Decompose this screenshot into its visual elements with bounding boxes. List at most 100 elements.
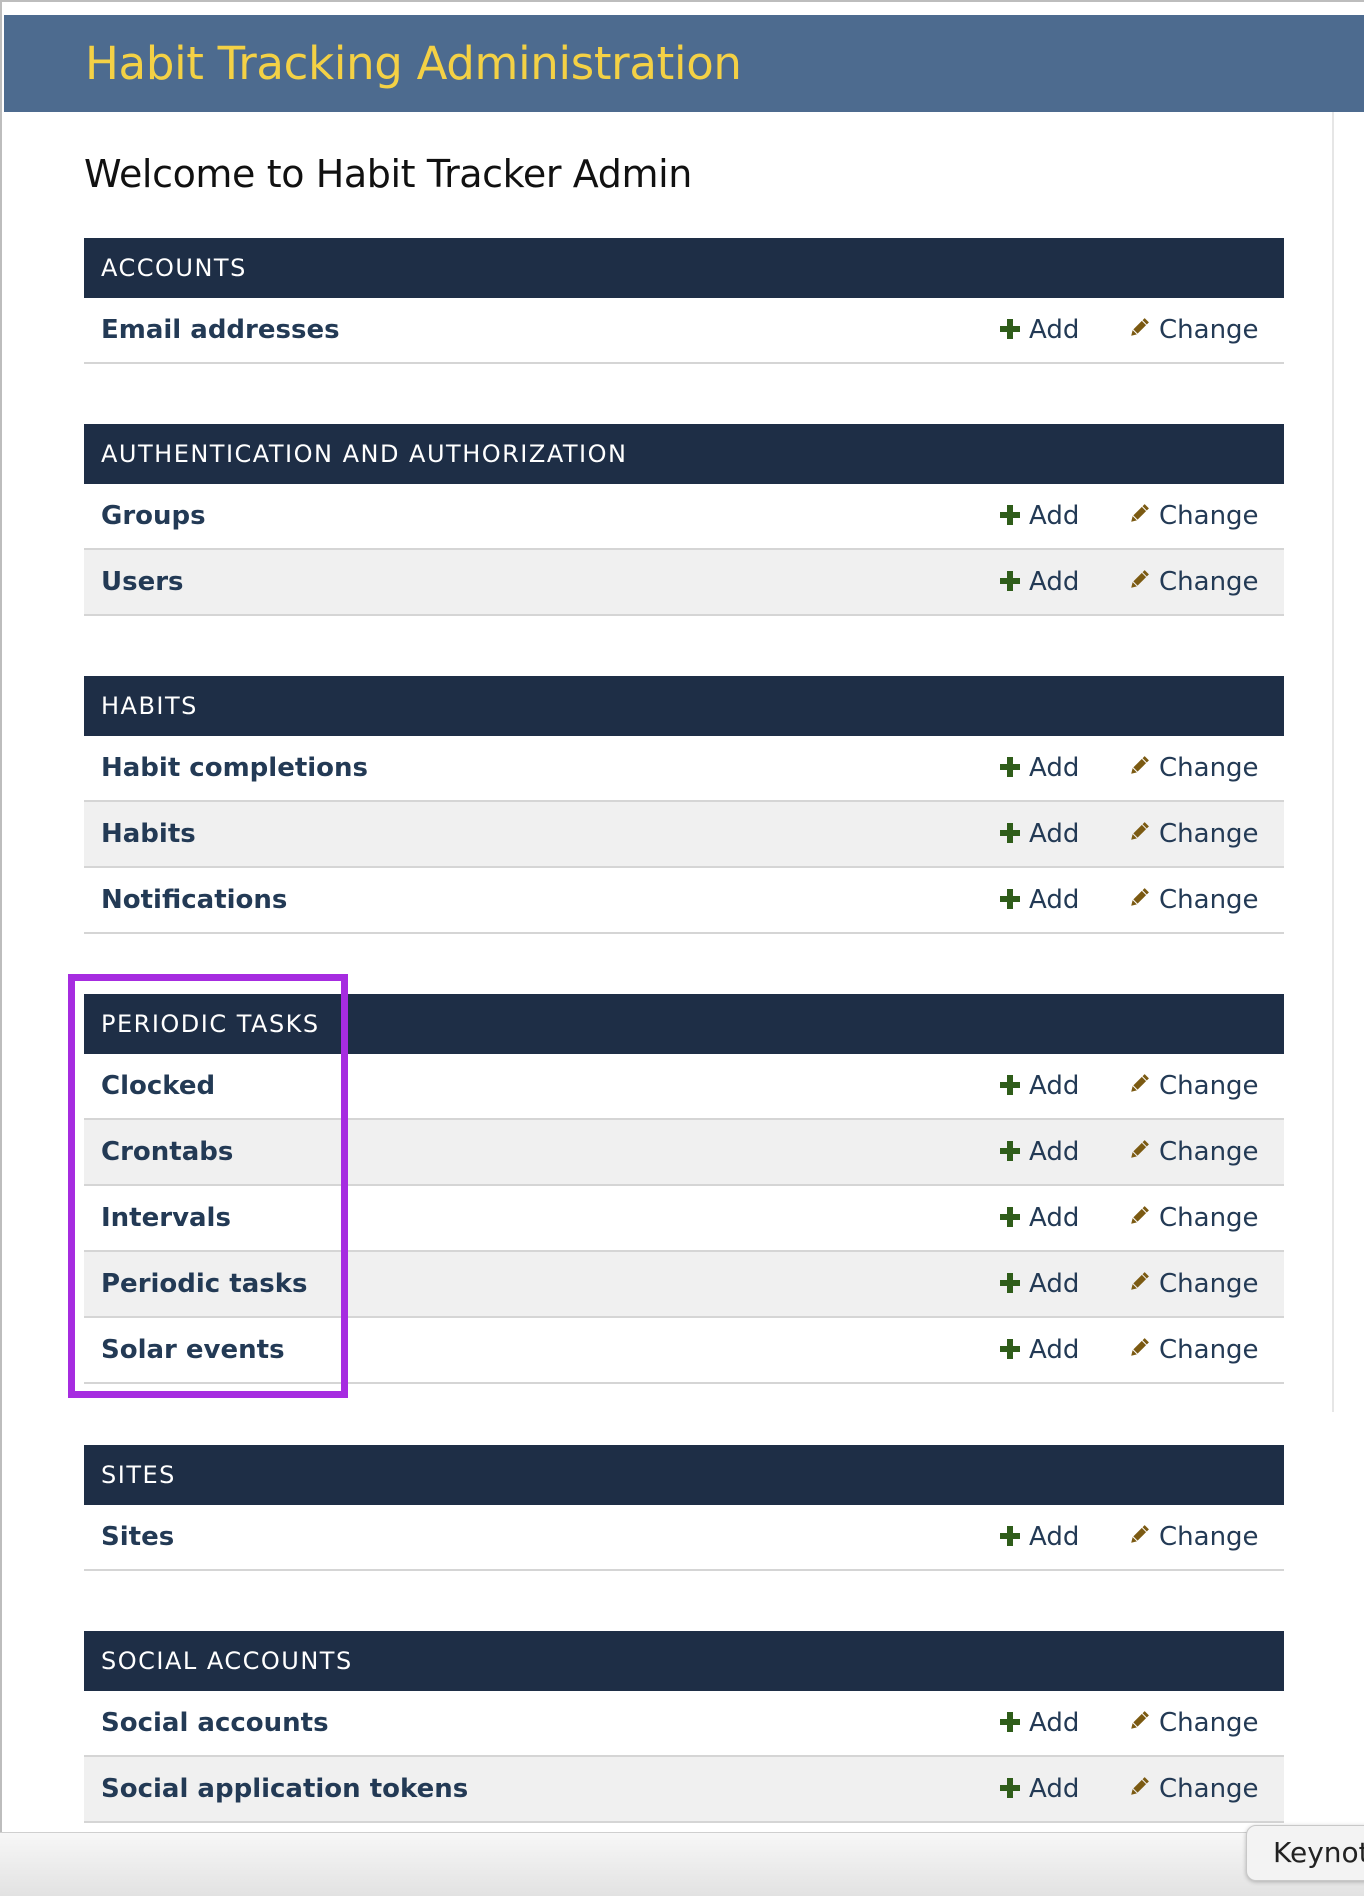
model-link[interactable]: Habit completions [101, 736, 368, 800]
add-link[interactable]: Add [1000, 1252, 1079, 1316]
change-link[interactable]: Change [1127, 298, 1259, 362]
change-link[interactable]: Change [1127, 1505, 1259, 1569]
change-link[interactable]: Change [1127, 802, 1259, 866]
add-label: Add [1029, 1269, 1080, 1299]
add-link[interactable]: Add [1000, 550, 1079, 614]
site-header: Habit Tracking Administration [4, 15, 1364, 112]
module: SITES Sites Add Change [84, 1445, 1284, 1571]
change-link[interactable]: Change [1127, 1691, 1259, 1755]
model-row: Intervals Add Change [84, 1186, 1284, 1252]
add-link[interactable]: Add [1000, 802, 1079, 866]
add-label: Add [1029, 1708, 1080, 1738]
change-link[interactable]: Change [1127, 1757, 1259, 1821]
model-row: Solar events Add Change [84, 1318, 1284, 1384]
module: AUTHENTICATION AND AUTHORIZATION Groups Ad… [84, 424, 1284, 616]
change-link[interactable]: Change [1127, 1318, 1259, 1382]
pencil-icon [1127, 1056, 1151, 1092]
module-caption[interactable]: PERIODIC TASKS [84, 994, 1284, 1054]
change-link[interactable]: Change [1127, 1120, 1259, 1184]
pencil-icon [1127, 486, 1151, 522]
pencil-icon [1127, 804, 1151, 840]
module-caption[interactable]: HABITS [84, 676, 1284, 736]
add-link[interactable]: Add [1000, 484, 1079, 548]
change-label: Change [1159, 1203, 1259, 1233]
browser-frame: Habit Tracking Administration Welcome to… [0, 0, 1364, 1896]
model-link[interactable]: Users [101, 550, 184, 614]
module-caption[interactable]: ACCOUNTS [84, 238, 1284, 298]
change-label: Change [1159, 567, 1259, 597]
module-caption[interactable]: SITES [84, 1445, 1284, 1505]
site-title[interactable]: Habit Tracking Administration [85, 37, 742, 90]
change-label: Change [1159, 1269, 1259, 1299]
module: PERIODIC TASKS Clocked Add Change Crontabs Ad… [84, 994, 1284, 1384]
model-row: Periodic tasks Add Change [84, 1252, 1284, 1318]
model-link[interactable]: Sites [101, 1505, 174, 1569]
change-link[interactable]: Change [1127, 1252, 1259, 1316]
model-link[interactable]: Notifications [101, 868, 287, 932]
add-label: Add [1029, 1203, 1080, 1233]
model-link[interactable]: Social application tokens [101, 1757, 468, 1821]
add-link[interactable]: Add [1000, 1505, 1079, 1569]
model-row: Users Add Change [84, 550, 1284, 616]
plus-icon [1000, 1526, 1020, 1546]
add-link[interactable]: Add [1000, 1318, 1079, 1382]
change-link[interactable]: Change [1127, 1054, 1259, 1118]
change-label: Change [1159, 1071, 1259, 1101]
model-row: Email addresses Add Change [84, 298, 1284, 364]
model-link[interactable]: Periodic tasks [101, 1252, 308, 1316]
model-link[interactable]: Groups [101, 484, 206, 548]
plus-icon [1000, 1207, 1020, 1227]
scrollbar-gutter [1332, 112, 1334, 1412]
add-label: Add [1029, 501, 1080, 531]
pencil-icon [1127, 1693, 1151, 1729]
plus-icon [1000, 1141, 1020, 1161]
add-link[interactable]: Add [1000, 298, 1079, 362]
add-label: Add [1029, 315, 1080, 345]
module: HABITS Habit completions Add Change Habits Ad… [84, 676, 1284, 934]
model-link[interactable]: Solar events [101, 1318, 285, 1382]
model-row: Social application tokens Add Change [84, 1757, 1284, 1823]
add-label: Add [1029, 1071, 1080, 1101]
add-label: Add [1029, 1522, 1080, 1552]
add-link[interactable]: Add [1000, 868, 1079, 932]
model-link[interactable]: Intervals [101, 1186, 231, 1250]
model-link[interactable]: Crontabs [101, 1120, 233, 1184]
model-row: Habits Add Change [84, 802, 1284, 868]
model-link[interactable]: Social accounts [101, 1691, 329, 1755]
model-row: Clocked Add Change [84, 1054, 1284, 1120]
model-link[interactable]: Email addresses [101, 298, 340, 362]
change-link[interactable]: Change [1127, 1186, 1259, 1250]
pencil-icon [1127, 552, 1151, 588]
model-row: Notifications Add Change [84, 868, 1284, 934]
plus-icon [1000, 1273, 1020, 1293]
plus-icon [1000, 571, 1020, 591]
pencil-icon [1127, 1122, 1151, 1158]
add-label: Add [1029, 1137, 1080, 1167]
module: ACCOUNTS Email addresses Add Change [84, 238, 1284, 364]
pencil-icon [1127, 738, 1151, 774]
change-label: Change [1159, 501, 1259, 531]
model-link[interactable]: Clocked [101, 1054, 215, 1118]
add-link[interactable]: Add [1000, 1054, 1079, 1118]
change-label: Change [1159, 1522, 1259, 1552]
change-link[interactable]: Change [1127, 736, 1259, 800]
add-link[interactable]: Add [1000, 736, 1079, 800]
module-caption[interactable]: SOCIAL ACCOUNTS [84, 1631, 1284, 1691]
add-label: Add [1029, 819, 1080, 849]
change-label: Change [1159, 1335, 1259, 1365]
change-link[interactable]: Change [1127, 550, 1259, 614]
plus-icon [1000, 319, 1020, 339]
add-link[interactable]: Add [1000, 1186, 1079, 1250]
add-link[interactable]: Add [1000, 1120, 1079, 1184]
add-link[interactable]: Add [1000, 1757, 1079, 1821]
add-label: Add [1029, 885, 1080, 915]
model-row: Groups Add Change [84, 484, 1284, 550]
module-caption[interactable]: AUTHENTICATION AND AUTHORIZATION [84, 424, 1284, 484]
change-link[interactable]: Change [1127, 868, 1259, 932]
plus-icon [1000, 1339, 1020, 1359]
add-link[interactable]: Add [1000, 1691, 1079, 1755]
model-link[interactable]: Habits [101, 802, 196, 866]
dock-bar [0, 1832, 1364, 1896]
plus-icon [1000, 823, 1020, 843]
change-link[interactable]: Change [1127, 484, 1259, 548]
